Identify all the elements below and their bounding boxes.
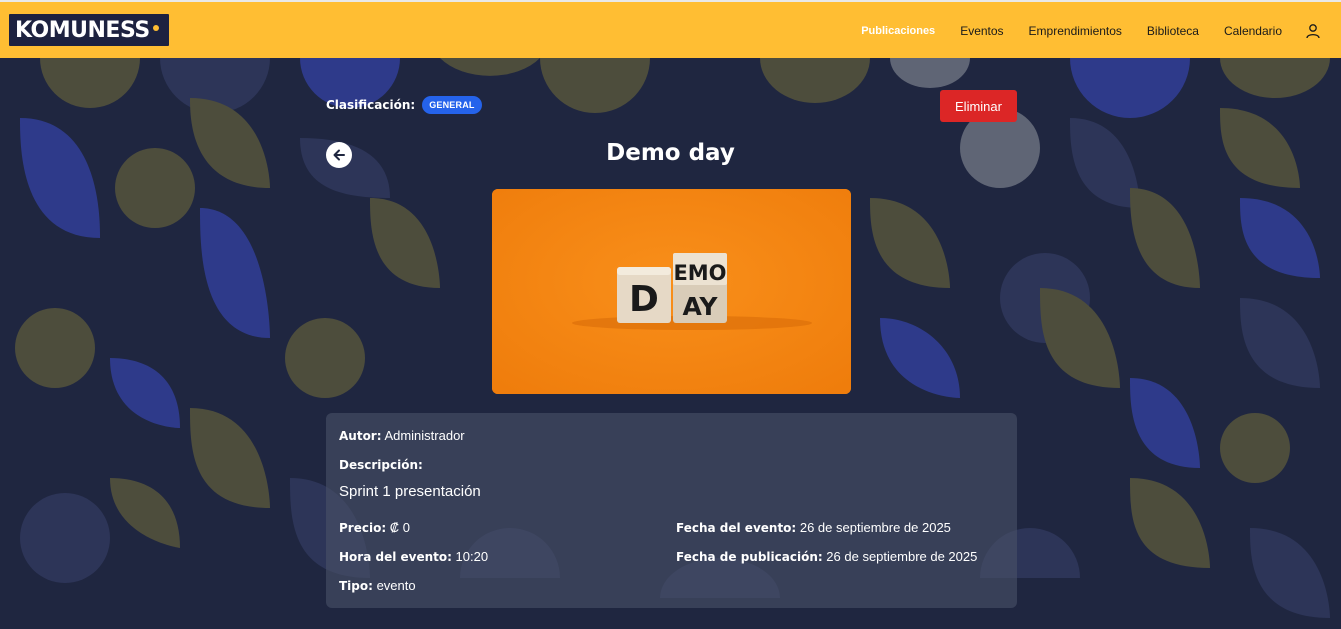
classification-label: Clasificación: bbox=[326, 98, 416, 112]
author-label: Autor: bbox=[339, 429, 382, 443]
komuness-logo[interactable]: KOMUNESS bbox=[9, 14, 169, 46]
type-value: evento bbox=[376, 578, 416, 593]
publication-date-value: 26 de septiembre de 2025 bbox=[826, 549, 978, 564]
nav-menu: Publicaciones Eventos Emprendimientos Bi… bbox=[861, 2, 1341, 60]
price-row: Precio: ₡ 0 bbox=[339, 520, 410, 535]
cube-right-bottom-letters: AY bbox=[682, 292, 718, 321]
price-value: ₡ 0 bbox=[389, 520, 410, 535]
author-value: Administrador bbox=[384, 428, 465, 443]
nav-item-biblioteca[interactable]: Biblioteca bbox=[1147, 24, 1199, 38]
post-detail: Clasificación: GENERAL Eliminar Demo day… bbox=[0, 58, 1341, 629]
logo-dot bbox=[152, 25, 159, 31]
description-label: Descripción: bbox=[339, 458, 423, 472]
event-time-row: Hora del evento: 10:20 bbox=[339, 549, 488, 564]
description-value: Sprint 1 presentación bbox=[339, 483, 481, 500]
nav-item-eventos[interactable]: Eventos bbox=[960, 24, 1003, 38]
cube-right-top-letters: EMO bbox=[673, 261, 726, 285]
classification-badge: GENERAL bbox=[422, 96, 482, 114]
cube-left-letter: D bbox=[629, 279, 659, 320]
type-label: Tipo: bbox=[339, 579, 373, 593]
classification-row: Clasificación: GENERAL bbox=[326, 96, 482, 114]
event-time-label: Hora del evento: bbox=[339, 550, 452, 564]
post-title: Demo day bbox=[606, 140, 735, 166]
top-navbar: KOMUNESS Publicaciones Eventos Emprendim… bbox=[0, 0, 1341, 58]
logo-text: KOMUNESS bbox=[15, 17, 150, 43]
price-label: Precio: bbox=[339, 521, 387, 535]
event-time-value: 10:20 bbox=[455, 549, 489, 564]
description-row: Descripción: bbox=[339, 457, 423, 472]
author-row: Autor: Administrador bbox=[339, 428, 465, 443]
nav-item-publicaciones[interactable]: Publicaciones bbox=[861, 25, 935, 37]
type-row: Tipo: evento bbox=[339, 578, 416, 593]
delete-button[interactable]: Eliminar bbox=[940, 90, 1017, 122]
user-icon[interactable] bbox=[1305, 23, 1321, 39]
post-details-card: Autor: Administrador Descripción: Sprint… bbox=[326, 413, 1017, 608]
publication-date-row: Fecha de publicación: 26 de septiembre d… bbox=[676, 549, 977, 564]
publication-date-label: Fecha de publicación: bbox=[676, 550, 823, 564]
event-date-value: 26 de septiembre de 2025 bbox=[799, 520, 951, 535]
demo-day-cubes-image: D EMO AY bbox=[492, 189, 851, 394]
nav-item-emprendimientos[interactable]: Emprendimientos bbox=[1029, 24, 1122, 38]
event-date-label: Fecha del evento: bbox=[676, 521, 797, 535]
post-cover-image: D EMO AY bbox=[492, 189, 851, 394]
nav-item-calendario[interactable]: Calendario bbox=[1224, 24, 1282, 38]
event-date-row: Fecha del evento: 26 de septiembre de 20… bbox=[676, 520, 951, 535]
